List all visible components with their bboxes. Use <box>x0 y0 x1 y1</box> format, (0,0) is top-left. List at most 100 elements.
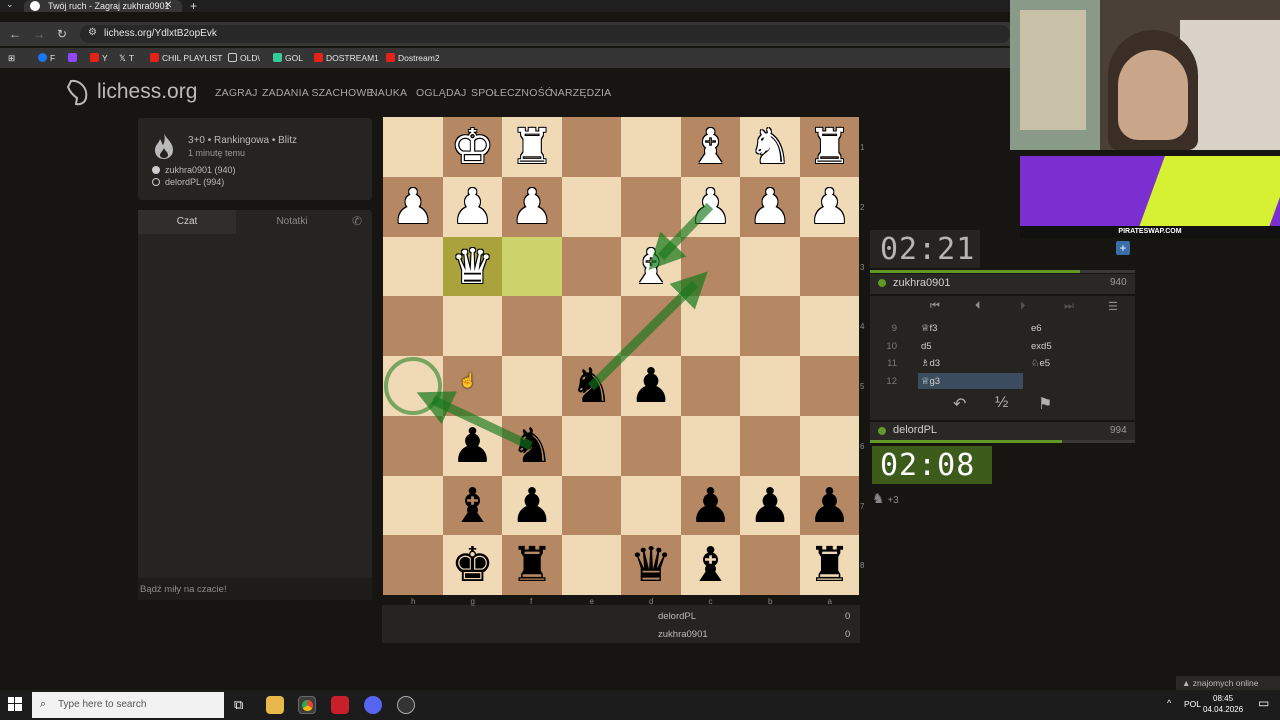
bookmark-old[interactable]: OLD\ <box>228 53 260 63</box>
tab-chat[interactable]: Czat <box>138 210 236 234</box>
taskbar-search[interactable]: ⌕ Type here to search <box>32 692 224 718</box>
square-b6[interactable] <box>740 415 800 476</box>
bookmark-f[interactable]: F <box>38 53 55 63</box>
square-b5[interactable] <box>740 356 800 416</box>
tab-close-icon[interactable]: ✕ <box>164 0 172 11</box>
white-rook-piece[interactable]: ♜ <box>800 117 860 177</box>
black-king-piece[interactable]: ♚ <box>443 535 503 595</box>
square-d6[interactable] <box>621 415 681 476</box>
square-e3[interactable] <box>561 236 621 297</box>
square-b3[interactable] <box>740 236 800 297</box>
bookmark-gol[interactable]: GOL <box>273 53 303 63</box>
move-black[interactable]: ♘e5 <box>1031 358 1050 369</box>
bookmark-chil-playlist[interactable]: CHIL PLAYLIST <box>150 53 222 63</box>
forward-icon[interactable]: → <box>33 27 45 41</box>
lichess-logo-icon[interactable] <box>62 78 90 106</box>
bookmark-twitch[interactable] <box>68 53 80 63</box>
black-pawn-piece[interactable]: ♟ <box>443 416 503 476</box>
square-h4[interactable] <box>383 296 443 356</box>
offer-draw-icon[interactable]: ½ <box>995 394 1008 412</box>
browser-tab[interactable]: Twój ruch - Zagraj zukhra0901 <box>24 0 182 12</box>
square-b4[interactable] <box>740 296 800 356</box>
notification-icon[interactable]: ▭ <box>1258 696 1269 710</box>
site-info-icon[interactable]: ⚙ <box>88 27 97 38</box>
bookmark-dostream1[interactable]: DOSTREAM1 <box>314 53 379 63</box>
white-rook-piece[interactable]: ♜ <box>502 117 562 177</box>
square-a6[interactable] <box>799 415 859 476</box>
black-bishop-piece[interactable]: ♝ <box>681 535 741 595</box>
square-h7[interactable] <box>383 475 443 536</box>
square-e4[interactable] <box>561 296 621 356</box>
black-knight-piece[interactable]: ♞ <box>502 416 562 476</box>
apps-icon[interactable]: ⊞ <box>8 53 15 64</box>
square-a3[interactable] <box>799 236 859 297</box>
nav-zadania[interactable]: ZADANIA SZACHOWE <box>262 87 374 99</box>
menu-icon[interactable]: ☰ <box>1108 300 1118 313</box>
white-knight-piece[interactable]: ♞ <box>740 117 800 177</box>
chess-board[interactable]: ♚ ♜ ♝ ♞ ♜ ♟ ♟ ♟ ♟ ♟ ♟ ♛ ♝ ♞ ♟ ♟ ♞ ♝ ♟ ♟ ♟ ♟ ♚ ♜ ♛ ♝ ♜ <box>383 117 859 595</box>
tray-chevron-icon[interactable]: ^ <box>1167 698 1171 708</box>
square-h6[interactable] <box>383 415 443 476</box>
white-queen-piece[interactable]: ♛ <box>443 237 503 297</box>
url-field[interactable] <box>80 25 1010 43</box>
takeback-icon[interactable]: ↶ <box>953 394 966 414</box>
opponent-name[interactable]: zukhra0901 <box>893 277 951 289</box>
square-h1[interactable] <box>383 117 443 177</box>
voice-chat-icon[interactable]: ✆ <box>352 214 362 228</box>
square-a4[interactable] <box>799 296 859 356</box>
reload-icon[interactable]: ↻ <box>57 27 67 41</box>
bookmark-y[interactable]: Y <box>90 53 108 63</box>
black-pawn-piece[interactable]: ♟ <box>621 356 681 416</box>
square-e7[interactable] <box>561 475 621 536</box>
nav-zagraj[interactable]: ZAGRAJ <box>215 87 258 99</box>
black-player-link[interactable]: delordPL (994) <box>165 177 224 187</box>
black-rook-piece[interactable]: ♜ <box>800 535 860 595</box>
new-tab-icon[interactable]: + <box>190 0 197 13</box>
white-player-link[interactable]: zukhra0901 (940) <box>165 165 236 175</box>
nav-nauka[interactable]: NAUKA <box>370 87 407 99</box>
square-b8[interactable] <box>740 535 800 595</box>
white-pawn-piece[interactable]: ♟ <box>383 177 443 237</box>
tab-notes[interactable]: Notatki <box>242 210 342 234</box>
square-h8[interactable] <box>383 535 443 595</box>
square-f4[interactable] <box>502 296 562 356</box>
tab-menu-icon[interactable]: ⌄ <box>6 0 14 10</box>
black-queen-piece[interactable]: ♛ <box>621 535 681 595</box>
white-pawn-piece[interactable]: ♟ <box>681 177 741 237</box>
last-move-icon[interactable]: ⏭ <box>1064 300 1074 313</box>
square-g4[interactable] <box>442 296 502 356</box>
move-white[interactable]: d5 <box>921 341 932 352</box>
square-d4[interactable] <box>621 296 681 356</box>
black-rook-piece[interactable]: ♜ <box>502 535 562 595</box>
first-move-icon[interactable]: ⏮ <box>930 300 940 313</box>
white-pawn-piece[interactable]: ♟ <box>740 177 800 237</box>
system-clock[interactable]: 08:45 04.04.2026 <box>1203 693 1243 715</box>
white-king-piece[interactable]: ♚ <box>443 117 503 177</box>
black-pawn-piece[interactable]: ♟ <box>502 476 562 536</box>
square-e1[interactable] <box>561 117 621 177</box>
discord-icon[interactable] <box>364 696 382 714</box>
square-h5[interactable] <box>383 356 443 416</box>
back-icon[interactable]: ← <box>9 27 21 41</box>
move-white[interactable]: ♕f3 <box>921 323 937 334</box>
bookmark-dostream2[interactable]: Dostream2 <box>386 53 440 63</box>
square-e8[interactable] <box>561 535 621 595</box>
black-knight-piece[interactable]: ♞ <box>562 356 622 416</box>
square-c5[interactable] <box>680 356 740 416</box>
friends-online[interactable]: ▲ znajomych online <box>1176 676 1280 690</box>
add-icon[interactable]: + <box>1116 241 1130 255</box>
square-d7[interactable] <box>621 475 681 536</box>
url-text[interactable]: lichess.org/YdlxtB2opEvk <box>104 28 217 39</box>
square-c4[interactable] <box>680 296 740 356</box>
white-bishop-piece[interactable]: ♝ <box>621 237 681 297</box>
square-h3[interactable] <box>383 236 443 297</box>
next-move-icon[interactable]: ⏵ <box>1020 300 1026 313</box>
task-view-icon[interactable]: ⧉ <box>234 697 243 713</box>
white-pawn-piece[interactable]: ♟ <box>800 177 860 237</box>
obs-icon[interactable] <box>397 696 415 714</box>
black-bishop-piece[interactable]: ♝ <box>443 476 503 536</box>
windows-start-icon[interactable] <box>8 697 22 711</box>
square-f5[interactable] <box>502 356 562 416</box>
nav-narzedzia[interactable]: NARZĘDZIA <box>550 87 611 99</box>
player-name[interactable]: delordPL <box>893 424 937 436</box>
